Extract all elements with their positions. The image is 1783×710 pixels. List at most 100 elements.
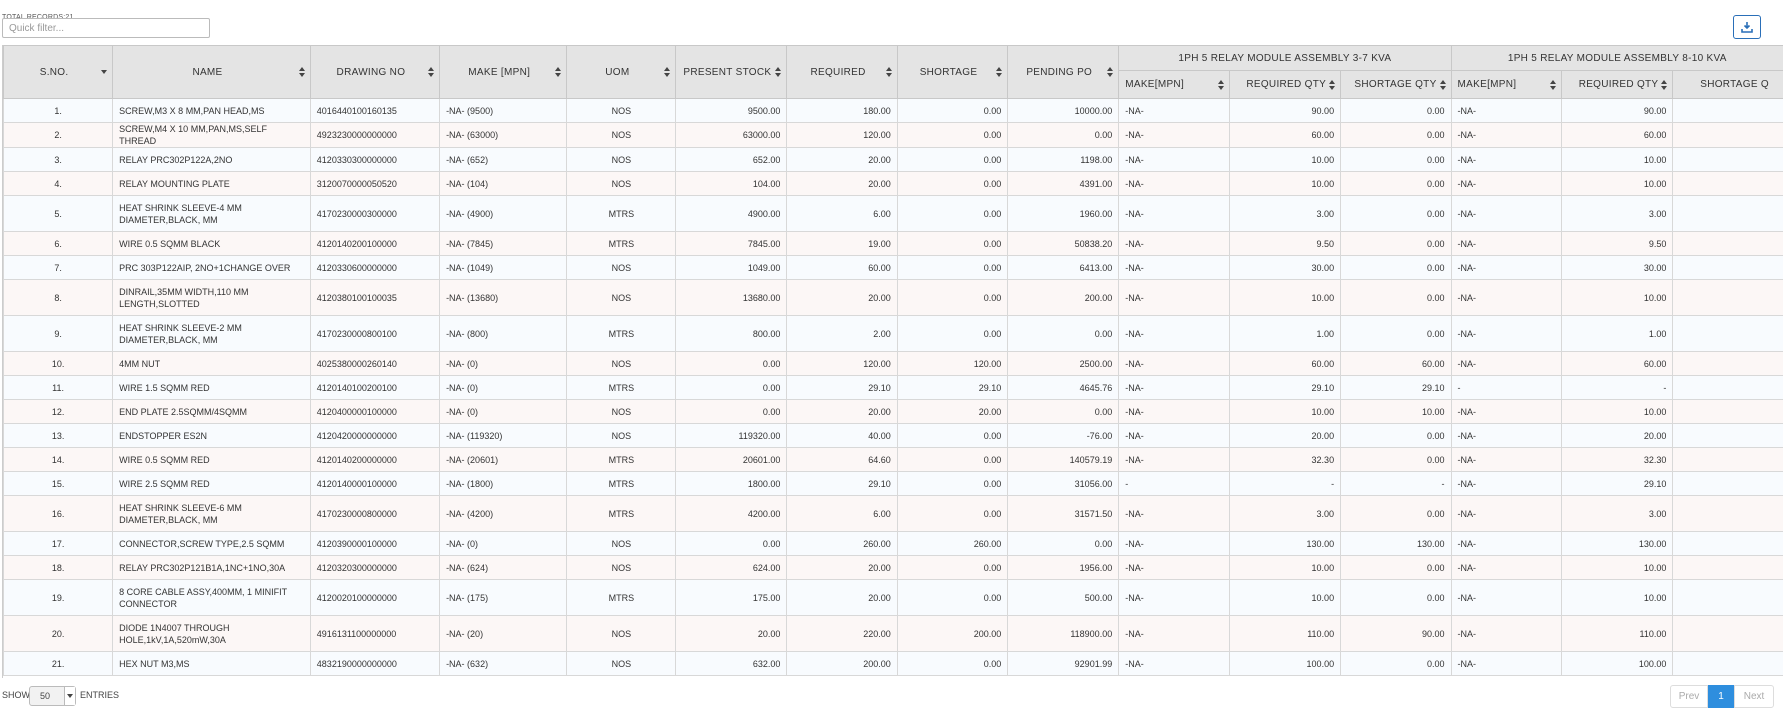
cell-g1-required-qty: 100.00	[1228, 651, 1342, 676]
cell-g1-required-qty: 60.00	[1228, 351, 1342, 376]
col-g1-make-mpn[interactable]: MAKE[MPN]	[1118, 70, 1230, 99]
table-row[interactable]: 8. DINRAIL,35MM WIDTH,110 MM LENGTH,SLOTT…	[3, 279, 1783, 316]
page-size-select[interactable]: 50	[29, 686, 76, 706]
table-row[interactable]: 16. HEAT SHRINK SLEEVE-6 MM DIAMETER,BLAC…	[3, 495, 1783, 532]
cell-present-stock: 800.00	[675, 315, 788, 352]
cell-g1-make-mpn: -NA-	[1118, 399, 1230, 424]
col-g2-make-mpn[interactable]: MAKE[MPN]	[1450, 70, 1563, 99]
col-g2-required-qty[interactable]: REQUIRED QTY	[1561, 70, 1674, 99]
cell-make-mpn: -NA- (1800)	[439, 471, 568, 496]
table-row[interactable]: 19. 8 CORE CABLE ASSY,400MM, 1 MINIFIT CO…	[3, 579, 1783, 616]
cell-shortage: 0.00	[896, 122, 1009, 148]
cell-g2-shortage-qty	[1672, 255, 1783, 280]
cell-g1-shortage-qty: 0.00	[1340, 315, 1452, 352]
cell-sno: 4.	[3, 171, 114, 196]
table-row[interactable]: 18. RELAY PRC302P121B1A,1NC+1NO,30A 412032…	[3, 555, 1783, 580]
table-row[interactable]: 12. END PLATE 2.5SQMM/4SQMM 41204000001000…	[3, 399, 1783, 424]
cell-g2-shortage-qty	[1672, 195, 1783, 232]
cell-make-mpn: -NA- (0)	[439, 399, 568, 424]
cell-present-stock: 7845.00	[675, 231, 788, 256]
col-g1-shortage-qty[interactable]: SHORTAGE QTY	[1340, 70, 1452, 99]
col-g2-shortage-qty[interactable]: SHORTAGE Q	[1672, 70, 1783, 99]
table-row[interactable]: 1. SCREW,M3 X 8 MM,PAN HEAD,MS 40164401001…	[3, 98, 1783, 123]
cell-uom: NOS	[566, 122, 677, 148]
next-page-button[interactable]: Next	[1734, 685, 1774, 708]
prev-page-button[interactable]: Prev	[1670, 685, 1708, 708]
cell-drawing-no: 4120330300000000	[309, 147, 441, 172]
col-present-stock[interactable]: PRESENT STOCK	[675, 45, 788, 99]
table-row[interactable]: 20. DIODE 1N4007 THROUGH HOLE,1kV,1A,520m…	[3, 615, 1783, 652]
cell-g1-required-qty: 10.00	[1228, 147, 1342, 172]
col-uom[interactable]: UOM	[566, 45, 677, 99]
cell-g2-make-mpn: -NA-	[1450, 231, 1563, 256]
table-row[interactable]: 15. WIRE 2.5 SQMM RED 4120140000100000 -NA-…	[3, 471, 1783, 496]
page-1-button[interactable]: 1	[1708, 685, 1734, 708]
col-g1-required-qty[interactable]: REQUIRED QTY	[1228, 70, 1342, 99]
cell-drawing-no: 4120140100200100	[309, 375, 441, 400]
cell-drawing-no: 4120390000100000	[309, 531, 441, 556]
sort-icon	[428, 67, 435, 77]
table-row[interactable]: 6. WIRE 0.5 SQMM BLACK 4120140200100000 -NA…	[3, 231, 1783, 256]
cell-g1-make-mpn: -NA-	[1118, 147, 1230, 172]
table-row[interactable]: 4. RELAY MOUNTING PLATE 3120070000050520 -N…	[3, 171, 1783, 196]
cell-g2-make-mpn: -NA-	[1450, 122, 1563, 148]
cell-g1-make-mpn: -NA-	[1118, 195, 1230, 232]
cell-drawing-no: 4916131100000000	[309, 615, 441, 652]
cell-present-stock: 9500.00	[675, 98, 788, 123]
cell-sno: 18.	[3, 555, 114, 580]
cell-shortage: 260.00	[896, 531, 1009, 556]
table-row[interactable]: 13. ENDSTOPPER ES2N 4120420000000000 -NA- (…	[3, 423, 1783, 448]
cell-pending-po: 31571.50	[1007, 495, 1120, 532]
cell-g1-shortage-qty: 0.00	[1340, 279, 1452, 316]
col-sno[interactable]: S.NO.	[3, 45, 114, 99]
col-make-mpn[interactable]: MAKE [MPN]	[439, 45, 568, 99]
download-button[interactable]	[1733, 15, 1761, 39]
cell-g2-shortage-qty	[1672, 351, 1783, 376]
cell-uom: NOS	[566, 351, 677, 376]
cell-g1-make-mpn: -NA-	[1118, 315, 1230, 352]
cell-g1-make-mpn: -NA-	[1118, 231, 1230, 256]
cell-shortage: 0.00	[896, 195, 1009, 232]
cell-drawing-no: 4025380000260140	[309, 351, 441, 376]
cell-g1-make-mpn: -NA-	[1118, 351, 1230, 376]
cell-g2-make-mpn: -NA-	[1450, 495, 1563, 532]
table-row[interactable]: 11. WIRE 1.5 SQMM RED 4120140100200100 -NA-…	[3, 375, 1783, 400]
cell-drawing-no: 4120320300000000	[309, 555, 441, 580]
table-row[interactable]: 3. RELAY PRC302P122A,2NO 4120330300000000-…	[3, 147, 1783, 172]
cell-g1-shortage-qty: 10.00	[1340, 399, 1452, 424]
table-row[interactable]: 21. HEX NUT M3,MS 4832190000000000 -NA- (63…	[3, 651, 1783, 676]
table-row[interactable]: 5. HEAT SHRINK SLEEVE-4 MM DIAMETER,BLACK…	[3, 195, 1783, 232]
cell-drawing-no: 4170230000800000	[309, 495, 441, 532]
cell-g1-required-qty: 10.00	[1228, 555, 1342, 580]
table-row[interactable]: 17. CONNECTOR,SCREW TYPE,2.5 SQMM 41203900…	[3, 531, 1783, 556]
cell-present-stock: 652.00	[675, 147, 788, 172]
cell-pending-po: 0.00	[1007, 531, 1120, 556]
cell-make-mpn: -NA- (652)	[439, 147, 568, 172]
table-row[interactable]: 9. HEAT SHRINK SLEEVE-2 MM DIAMETER,BLACK…	[3, 315, 1783, 352]
col-pending-po[interactable]: PENDING PO	[1007, 45, 1120, 99]
cell-make-mpn: -NA- (4200)	[439, 495, 568, 532]
quick-filter-input[interactable]	[2, 18, 210, 38]
table-row[interactable]: 7. PRC 303P122AIP, 2NO+1CHANGE OVER 412033…	[3, 255, 1783, 280]
table-row[interactable]: 10. 4MM NUT 4025380000260140 -NA- (0) NOS 0.0…	[3, 351, 1783, 376]
table-row[interactable]: 14. WIRE 0.5 SQMM RED 4120140200000000 -NA-…	[3, 447, 1783, 472]
cell-g1-shortage-qty: 0.00	[1340, 447, 1452, 472]
cell-shortage: 0.00	[896, 495, 1009, 532]
col-name[interactable]: NAME	[112, 45, 311, 99]
cell-present-stock: 20.00	[675, 615, 788, 652]
col-shortage[interactable]: SHORTAGE	[896, 45, 1009, 99]
cell-g1-make-mpn: -NA-	[1118, 423, 1230, 448]
cell-make-mpn: -NA- (0)	[439, 531, 568, 556]
cell-required: 6.00	[786, 195, 898, 232]
cell-g1-shortage-qty: -	[1340, 471, 1452, 496]
cell-g1-make-mpn: -NA-	[1118, 447, 1230, 472]
cell-present-stock: 0.00	[675, 351, 788, 376]
table-row[interactable]: 2. SCREW,M4 X 10 MM,PAN,MS,SELF THREAD 492…	[3, 122, 1783, 148]
cell-shortage: 120.00	[896, 351, 1009, 376]
cell-g1-required-qty: 32.30	[1228, 447, 1342, 472]
sort-icon	[1661, 79, 1668, 90]
col-required[interactable]: REQUIRED	[786, 45, 898, 99]
cell-g1-required-qty: 29.10	[1228, 375, 1342, 400]
col-drawing-no[interactable]: DRAWING NO	[309, 45, 441, 99]
cell-g1-make-mpn: -NA-	[1118, 615, 1230, 652]
